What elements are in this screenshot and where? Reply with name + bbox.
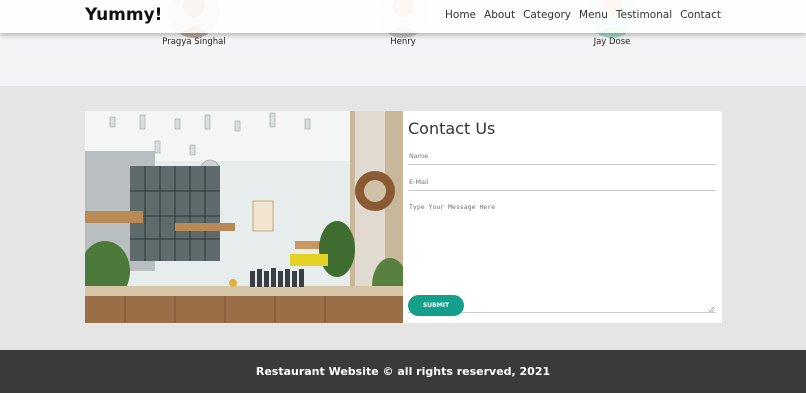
nav-link-menu[interactable]: Menu xyxy=(579,9,608,21)
restaurant-photo xyxy=(85,111,403,323)
footer: Restaurant Website © all rights reserved… xyxy=(0,350,806,393)
nav-link-testimonial[interactable]: Testimonal xyxy=(616,9,672,21)
contact-form: Contact Us xyxy=(408,111,716,323)
submit-button[interactable]: SUBMIT xyxy=(408,295,464,316)
nav-link-contact[interactable]: Contact xyxy=(680,9,721,21)
testimonial-name: Jay Dose xyxy=(593,37,631,47)
contact-title: Contact Us xyxy=(408,119,496,138)
page: Pragya Singhal Henry Jay Dose Yummy! Hom… xyxy=(0,0,806,393)
nav-menu: Home About Category Menu Testimonal Cont… xyxy=(445,9,721,21)
nav-link-home[interactable]: Home xyxy=(445,9,476,21)
nav-link-category[interactable]: Category xyxy=(523,9,571,21)
testimonial-name: Henry xyxy=(390,37,416,47)
brand-logo[interactable]: Yummy! xyxy=(85,5,162,25)
copyright-text: Restaurant Website © all rights reserved… xyxy=(255,365,551,378)
resize-grip-icon[interactable] xyxy=(708,306,714,312)
navbar: Yummy! Home About Category Menu Testimon… xyxy=(0,0,806,33)
name-field[interactable] xyxy=(408,147,716,165)
email-field[interactable] xyxy=(408,173,716,191)
contact-section: Contact Us SUBMIT xyxy=(0,86,806,350)
nav-link-about[interactable]: About xyxy=(484,9,515,21)
contact-card: Contact Us xyxy=(85,111,722,323)
testimonial-name: Pragya Singhal xyxy=(162,37,226,47)
